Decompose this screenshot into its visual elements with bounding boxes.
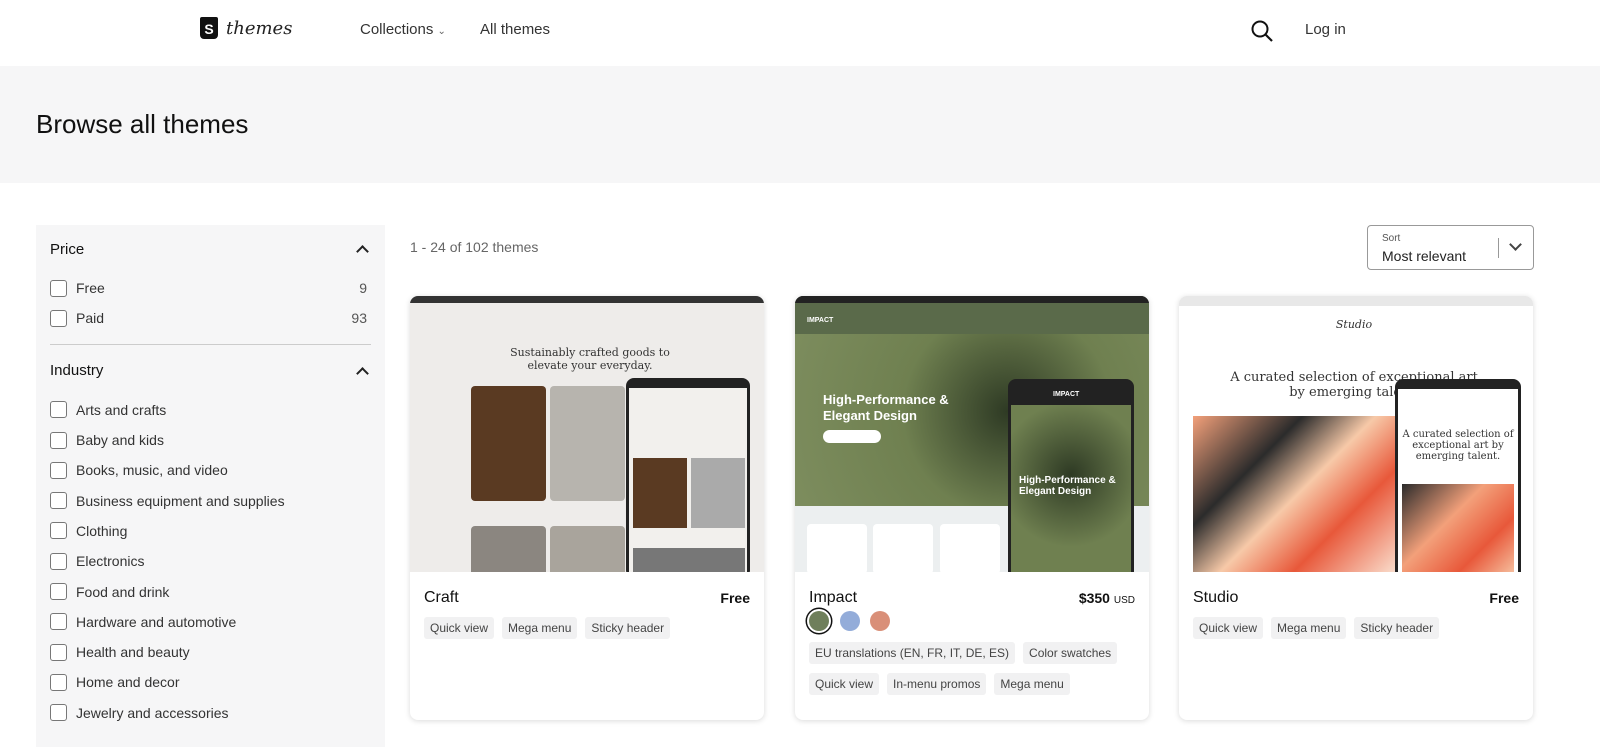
checkbox[interactable] (50, 613, 67, 631)
theme-preview-image[interactable]: Sustainably crafted goods to elevate you… (410, 296, 764, 572)
checkbox[interactable] (50, 461, 67, 479)
theme-card-impact[interactable]: IMPACT High-Performance & Elegant Design… (795, 296, 1149, 720)
theme-name[interactable]: Impact (809, 589, 857, 607)
filter-industry-header[interactable]: Industry (50, 347, 371, 395)
checkbox[interactable] (50, 522, 67, 540)
feature-tag: Quick view (424, 617, 495, 639)
theme-preview-image[interactable]: Studio A curated selection of exceptiona… (1179, 296, 1533, 572)
title-banner: Browse all themes (0, 66, 1600, 183)
shopify-themes-logo[interactable]: Sthemes (200, 17, 292, 39)
theme-price: $350 USD (1078, 590, 1135, 606)
feature-tags: EU translations (EN, FR, IT, DE, ES) Colo… (809, 642, 1118, 664)
feature-tag: Sticky header (1354, 617, 1440, 639)
feature-tag: Quick view (1193, 617, 1264, 639)
search-icon[interactable] (1250, 19, 1274, 43)
feature-tags: Quick view In-menu promos Mega menu (809, 673, 1070, 695)
checkbox[interactable] (50, 401, 67, 419)
color-swatch-salmon[interactable] (870, 611, 890, 631)
feature-tags: Quick view Mega menu Sticky header (1193, 617, 1440, 639)
filter-option-industry[interactable]: Arts and crafts (50, 395, 371, 425)
checkbox[interactable] (50, 552, 67, 570)
filter-option-industry[interactable]: Hardware and automotive (50, 607, 371, 637)
filter-option-free[interactable]: Free 9 (50, 273, 371, 303)
top-header: Sthemes Collections ⌄ All themes Log in (0, 0, 1600, 66)
theme-price: Free (720, 590, 750, 606)
theme-card-studio[interactable]: Studio A curated selection of exceptiona… (1179, 296, 1533, 720)
theme-name[interactable]: Studio (1193, 589, 1238, 607)
filter-option-industry[interactable]: Clothing (50, 516, 371, 546)
filter-option-industry[interactable]: Books, music, and video (50, 455, 371, 485)
checkbox[interactable] (50, 704, 67, 722)
login-link[interactable]: Log in (1305, 21, 1346, 38)
feature-tag: Mega menu (1271, 617, 1347, 639)
theme-card-craft[interactable]: Sustainably crafted goods to elevate you… (410, 296, 764, 720)
feature-tag: Quick view (809, 673, 880, 695)
sort-select[interactable]: Sort Most relevant (1367, 225, 1534, 270)
checkbox[interactable] (50, 673, 67, 691)
feature-tag: Mega menu (502, 617, 578, 639)
shopify-bag-icon: S (200, 17, 218, 39)
filter-option-industry[interactable]: Home and decor (50, 667, 371, 697)
theme-preview-image[interactable]: IMPACT High-Performance & Elegant Design… (795, 296, 1149, 572)
chevron-up-icon (356, 366, 369, 380)
checkbox[interactable] (50, 279, 67, 297)
feature-tags: Quick view Mega menu Sticky header (424, 617, 671, 639)
chevron-down-icon (1509, 238, 1522, 251)
theme-price: Free (1489, 590, 1519, 606)
filter-option-industry[interactable]: Electronics (50, 546, 371, 576)
color-swatch-blue[interactable] (840, 611, 860, 631)
checkbox[interactable] (50, 309, 67, 327)
nav-all-themes[interactable]: All themes (480, 21, 550, 38)
page-title: Browse all themes (36, 109, 249, 139)
theme-name[interactable]: Craft (424, 589, 459, 607)
filter-option-industry[interactable]: Jewelry and accessories (50, 698, 371, 728)
feature-tag: EU translations (EN, FR, IT, DE, ES) (809, 642, 1016, 664)
feature-tag: Mega menu (994, 673, 1070, 695)
filter-option-industry[interactable]: Baby and kids (50, 425, 371, 455)
feature-tag: Color swatches (1023, 642, 1118, 664)
feature-tag: Sticky header (585, 617, 671, 639)
checkbox[interactable] (50, 583, 67, 601)
chevron-down-icon: ⌄ (437, 26, 446, 37)
filter-option-industry[interactable]: Food and drink (50, 576, 371, 606)
results-count: 1 - 24 of 102 themes (410, 239, 539, 255)
filter-option-paid[interactable]: Paid 93 (50, 303, 371, 333)
nav-collections[interactable]: Collections ⌄ (360, 21, 446, 38)
filter-option-industry[interactable]: Business equipment and supplies (50, 485, 371, 515)
filter-price-header[interactable]: Price (50, 225, 371, 273)
filter-sidebar: Price Free 9 Paid 93 Industry Arts and cra… (36, 225, 385, 747)
chevron-up-icon (356, 245, 369, 258)
checkbox[interactable] (50, 643, 67, 661)
divider (50, 343, 371, 345)
color-swatch-green[interactable] (809, 611, 829, 631)
feature-tag: In-menu promos (887, 673, 987, 695)
checkbox[interactable] (50, 431, 67, 449)
filter-option-industry[interactable]: Health and beauty (50, 637, 371, 667)
checkbox[interactable] (50, 492, 67, 510)
